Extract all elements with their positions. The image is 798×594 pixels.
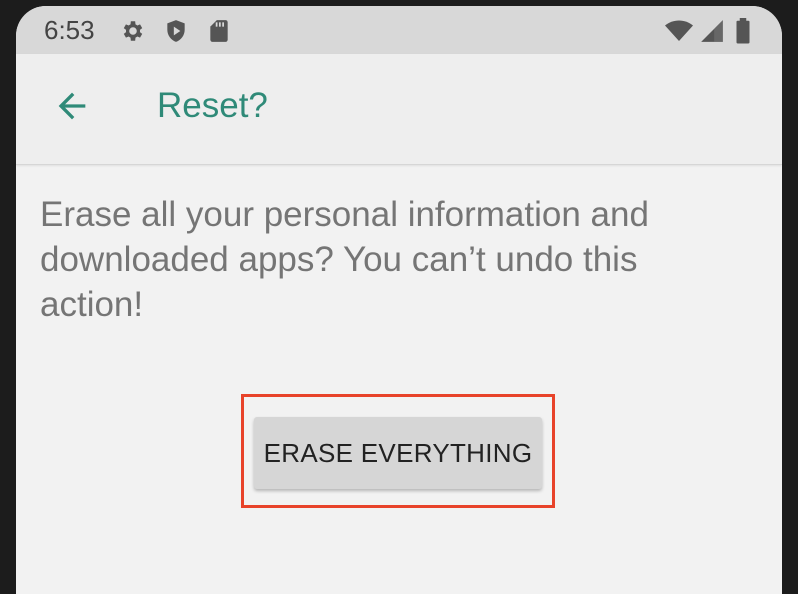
reset-warning-message: Erase all your personal information and …: [40, 195, 649, 324]
sd-card-icon: [206, 18, 232, 44]
device-frame: 6:53 Reset? Erase all your personal info…: [0, 0, 798, 594]
app-bar: Reset?: [16, 54, 782, 165]
screen: 6:53 Reset? Erase all your personal info…: [16, 6, 782, 594]
status-time: 6:53: [44, 15, 95, 45]
back-button[interactable]: [40, 76, 104, 140]
wifi-icon: [664, 18, 694, 44]
arrow-left-icon: [52, 86, 92, 131]
signal-icon: [699, 18, 725, 44]
battery-icon: [734, 18, 752, 44]
page-title: Reset?: [157, 86, 268, 125]
erase-everything-button[interactable]: ERASE EVERYTHING: [254, 417, 542, 489]
shield-play-icon: [163, 18, 189, 44]
gear-icon: [120, 18, 146, 44]
status-bar: 6:53: [16, 6, 782, 54]
